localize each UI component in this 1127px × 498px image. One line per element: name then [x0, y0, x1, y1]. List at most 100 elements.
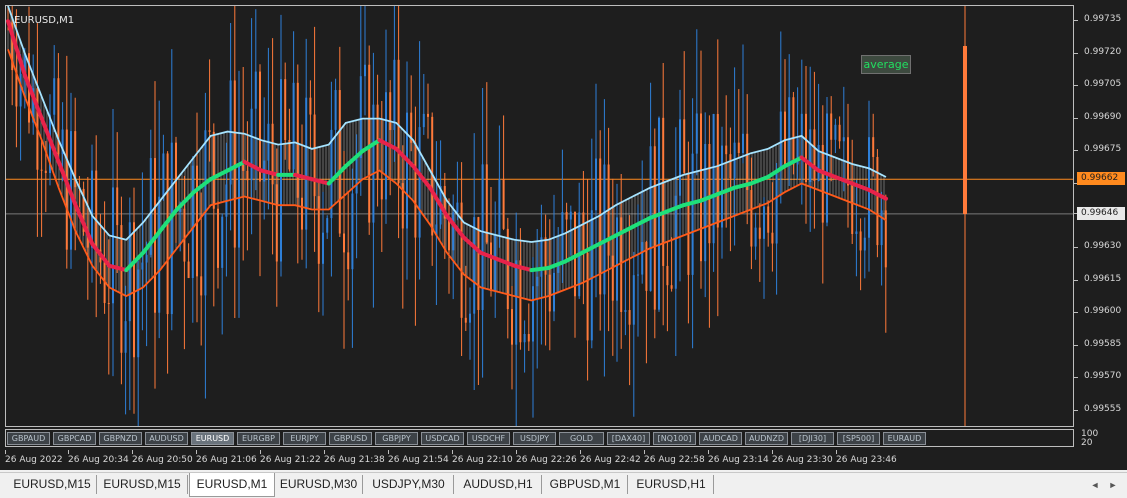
time-tick-mark — [132, 450, 133, 454]
candle-body — [259, 71, 261, 182]
candle-body — [355, 158, 358, 194]
price-tick-label: 0.99705 — [1084, 79, 1122, 90]
symbol-button-usdjpy[interactable]: USDJPY — [513, 432, 556, 445]
candle-body — [200, 276, 203, 296]
candle-body — [641, 242, 644, 275]
time-tick-mark — [5, 450, 6, 454]
chart-tab[interactable]: EURUSD,M15 — [97, 475, 188, 494]
time-tick-label: 26 Aug 21:06 — [196, 455, 257, 465]
candle-body — [532, 286, 534, 342]
candle-body — [624, 310, 627, 312]
price-axis: 0.99735 0.99720 0.99705 0.99690 0.99675 0.996… — [1074, 5, 1127, 427]
time-tick-label: 26 Aug 20:34 — [68, 455, 129, 465]
symbol-button-sp500[interactable]: [SP500] — [837, 432, 880, 445]
indicator-label-average[interactable]: average — [861, 55, 911, 74]
candle-body — [742, 133, 744, 154]
candle-body — [95, 170, 98, 250]
candle-body — [666, 265, 669, 286]
candle-body — [792, 97, 795, 165]
candle-body — [364, 64, 366, 77]
tab-scroll-left-icon[interactable]: ◄ — [1090, 479, 1100, 491]
candle-body — [418, 127, 421, 238]
symbol-button-usdchf[interactable]: USDCHF — [467, 432, 510, 445]
candle-body — [242, 164, 245, 171]
candle-body — [217, 208, 219, 268]
price-tick-label: 0.99735 — [1084, 14, 1122, 25]
symbol-button-gbpusd[interactable]: GBPUSD — [329, 432, 372, 445]
tab-scroll-right-icon[interactable]: ► — [1108, 479, 1118, 491]
candle-body — [313, 114, 316, 197]
candle-body — [406, 112, 408, 229]
chart-tab[interactable]: EURUSD,H1 — [629, 475, 714, 494]
candle-body — [275, 184, 278, 262]
candle-body — [448, 218, 450, 251]
price-tick-mark — [1074, 344, 1078, 346]
candle-body — [708, 143, 711, 244]
moving-average-segment — [596, 233, 618, 247]
chart-tab[interactable]: EURUSD,M30 — [275, 475, 363, 494]
candle-body — [141, 262, 144, 270]
subwindow-scale: 100 20 — [1081, 430, 1098, 448]
candle-body — [750, 190, 753, 247]
symbol-button-eurgbp[interactable]: EURGBP — [237, 432, 280, 445]
time-tick-label: 26 Aug 22:26 — [516, 455, 577, 465]
candle-body — [788, 97, 791, 166]
chart-tab[interactable]: EURUSD,M15 — [8, 475, 97, 494]
candle-body — [872, 137, 875, 157]
candle-body — [368, 64, 371, 223]
symbol-button-nq100[interactable]: [NQ100] — [653, 432, 696, 445]
candle-body — [238, 164, 240, 248]
chart-tab[interactable]: AUDUSD,H1 — [455, 475, 542, 494]
symbol-button-gold[interactable]: GOLD — [559, 432, 604, 445]
candle-body — [632, 275, 635, 325]
candle-body — [53, 78, 56, 115]
time-tick-mark — [644, 450, 645, 454]
price-tick-label: 0.99630 — [1084, 241, 1122, 252]
symbol-button-dji30[interactable]: [DJI30] — [791, 432, 834, 445]
moving-average-segment — [107, 263, 129, 273]
symbol-button-dax40[interactable]: [DAX40] — [607, 432, 650, 445]
chart-tab[interactable]: GBPUSD,M1 — [543, 475, 628, 494]
symbol-button-audcad[interactable]: AUDCAD — [699, 432, 742, 445]
candle-body — [490, 242, 492, 291]
symbol-button-gbpcad[interactable]: GBPCAD — [53, 432, 96, 445]
symbol-button-audnzd[interactable]: AUDNZD — [745, 432, 788, 445]
candle-body — [120, 225, 123, 353]
symbol-button-audusd[interactable]: AUDUSD — [145, 432, 188, 445]
candle-body — [305, 97, 308, 230]
candle-body — [721, 145, 723, 228]
candle-body — [351, 193, 354, 270]
symbol-button-gbpnzd[interactable]: GBPNZD — [99, 432, 142, 445]
chart-plot-area[interactable]: EURUSD,M1 average — [5, 5, 1074, 427]
time-tick-mark — [196, 450, 197, 454]
symbol-button-euraud[interactable]: EURAUD — [883, 432, 926, 445]
price-tick-label: 0.99555 — [1084, 403, 1122, 414]
candle-body — [233, 80, 236, 248]
candle-body — [527, 333, 530, 342]
candle-body — [40, 169, 43, 171]
symbol-button-eurusd[interactable]: EURUSD — [191, 432, 234, 445]
time-tick-mark — [708, 450, 709, 454]
candle-body — [863, 237, 866, 251]
candle-body — [380, 179, 383, 200]
candle-body — [112, 187, 114, 304]
chart-tab[interactable]: EURUSD,M1 — [189, 473, 275, 497]
chart-tab[interactable]: USDJPY,M30 — [364, 475, 454, 494]
moving-average-segment — [850, 181, 872, 193]
candle-body — [838, 124, 841, 142]
time-tick-mark — [516, 450, 517, 454]
candle-body — [317, 196, 320, 264]
candle-body — [616, 217, 618, 301]
subwindow-scale-bottom: 20 — [1081, 438, 1093, 448]
symbol-button-gbpjpy[interactable]: GBPJPY — [375, 432, 418, 445]
symbol-button-usdcad[interactable]: USDCAD — [421, 432, 464, 445]
price-tick-mark — [1074, 247, 1078, 249]
candle-body — [813, 129, 816, 181]
symbol-button-gbpaud[interactable]: GBPAUD — [7, 432, 50, 445]
time-tick-label: 26 Aug 23:46 — [836, 455, 897, 465]
candle-body — [805, 113, 807, 183]
candle-body — [515, 260, 518, 345]
candle-body — [595, 158, 597, 211]
symbol-button-eurjpy[interactable]: EURJPY — [283, 432, 326, 445]
candle-body — [301, 197, 303, 230]
